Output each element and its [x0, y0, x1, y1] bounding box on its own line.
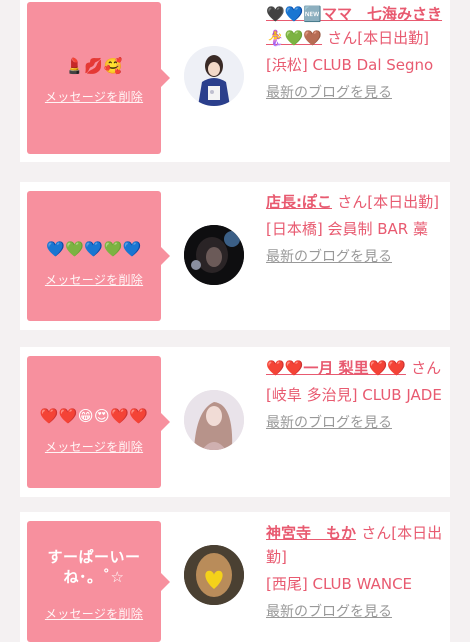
message-bubble: 💄💋🥰 メッセージを削除	[27, 2, 170, 154]
shop-name: [日本橋] 会員制 BAR 藁	[266, 220, 428, 238]
message-card: すーぱーいーね･。˚☆ メッセージを削除 神宮寺 もか さん[本日出勤] [西尾…	[20, 512, 450, 642]
latest-blog-link[interactable]: 最新のブログを見る	[266, 247, 450, 267]
message-card: 💄💋🥰 メッセージを削除 🖤💙🆕ママ 七海みさき🧜‍♀️💚🤎 さん[本日出勤] …	[20, 0, 450, 162]
shop-name: [浜松] CLUB Dal Segno	[266, 56, 434, 74]
cast-status: さん	[411, 359, 442, 377]
delete-message-link[interactable]: メッセージを削除	[27, 88, 161, 105]
cast-status: さん[本日出勤]	[327, 29, 429, 47]
message-text: すーぱーいーね･。˚☆	[47, 548, 141, 586]
latest-blog-link[interactable]: 最新のブログを見る	[266, 83, 450, 103]
avatar-photo-icon	[184, 225, 244, 285]
message-card: ❤️❤️😁😍❤️❤️ メッセージを削除 ❤️❤️一月 梨里❤️❤️ さん [岐阜…	[20, 347, 450, 497]
message-bubble: 💙💚💙💚💙 メッセージを削除	[27, 191, 170, 321]
shop-name: [岐阜 多治見] CLUB JADE	[266, 386, 442, 404]
message-text: ❤️❤️😁😍❤️❤️	[39, 407, 149, 425]
cast-info: ❤️❤️一月 梨里❤️❤️ さん [岐阜 多治見] CLUB JADE 最新のブ…	[266, 356, 450, 433]
avatar[interactable]	[184, 545, 244, 605]
cast-name-link[interactable]: 店長:ぽこ	[266, 193, 332, 211]
message-bubble: すーぱーいーね･。˚☆ メッセージを削除	[27, 521, 170, 642]
avatar-photo-icon	[184, 545, 244, 605]
cast-name-link[interactable]: ❤️❤️一月 梨里❤️❤️	[266, 359, 406, 377]
cast-name-line: 店長:ぽこ さん[本日出勤]	[266, 190, 450, 214]
latest-blog-link[interactable]: 最新のブログを見る	[266, 413, 450, 433]
cast-name-line: ❤️❤️一月 梨里❤️❤️ さん	[266, 356, 450, 380]
message-bubble: ❤️❤️😁😍❤️❤️ メッセージを削除	[27, 356, 170, 488]
latest-blog-link[interactable]: 最新のブログを見る	[266, 602, 450, 622]
avatar-photo-icon	[184, 390, 244, 450]
cast-info: 🖤💙🆕ママ 七海みさき🧜‍♀️💚🤎 さん[本日出勤] [浜松] CLUB Dal…	[266, 2, 450, 103]
shop-name: [西尾] CLUB WANCE	[266, 575, 413, 593]
cast-info: 店長:ぽこ さん[本日出勤] [日本橋] 会員制 BAR 藁 最新のブログを見る	[266, 190, 450, 267]
avatar[interactable]	[184, 225, 244, 285]
delete-message-link[interactable]: メッセージを削除	[27, 271, 161, 288]
message-text: 💄💋🥰	[65, 57, 123, 75]
message-card: 💙💚💙💚💙 メッセージを削除 店長:ぽこ さん[本日出勤] [日本橋] 会員制 …	[20, 182, 450, 330]
avatar[interactable]	[184, 46, 244, 106]
avatar[interactable]	[184, 390, 244, 450]
message-text: 💙💚💙💚💙	[46, 240, 142, 258]
cast-info: 神宮寺 もか さん[本日出勤] [西尾] CLUB WANCE 最新のブログを見…	[266, 521, 450, 622]
avatar-photo-icon	[184, 46, 244, 106]
delete-message-link[interactable]: メッセージを削除	[27, 438, 161, 455]
cast-name-line: 神宮寺 もか さん[本日出勤]	[266, 521, 450, 569]
cast-status: さん[本日出勤]	[337, 193, 439, 211]
cast-name-line: 🖤💙🆕ママ 七海みさき🧜‍♀️💚🤎 さん[本日出勤]	[266, 2, 450, 50]
delete-message-link[interactable]: メッセージを削除	[27, 605, 161, 622]
cast-name-link[interactable]: 神宮寺 もか	[266, 524, 356, 542]
